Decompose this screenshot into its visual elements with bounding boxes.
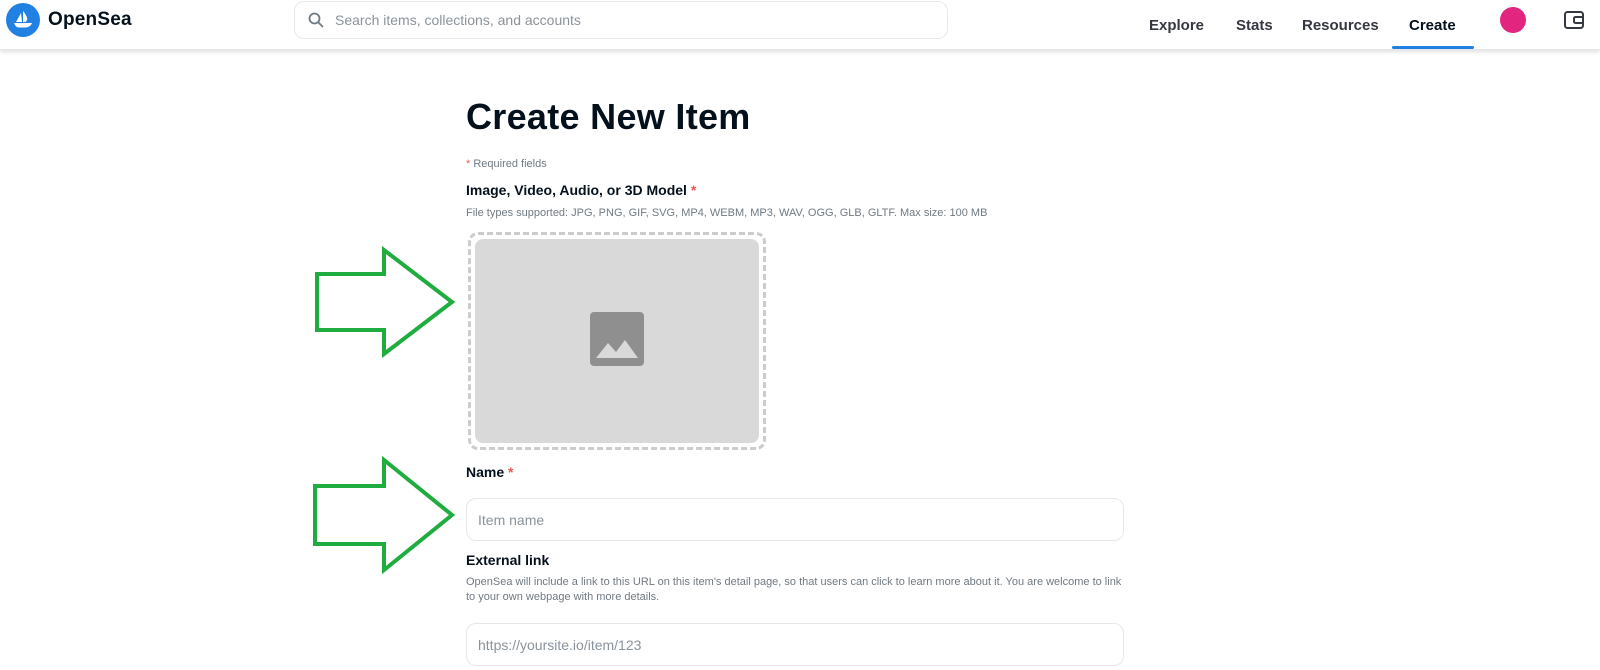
- image-placeholder-icon: [590, 311, 644, 371]
- media-help-text: File types supported: JPG, PNG, GIF, SVG…: [466, 207, 988, 219]
- external-link-input[interactable]: [466, 623, 1124, 666]
- annotation-arrow-media: [315, 246, 456, 358]
- external-link-label: External link: [466, 552, 550, 568]
- opensea-boat-icon: [6, 3, 40, 37]
- external-link-help-text: OpenSea will include a link to this URL …: [466, 576, 1122, 603]
- nav-create[interactable]: Create: [1409, 0, 1456, 50]
- media-label: Image, Video, Audio, or 3D Model *: [466, 182, 697, 198]
- required-fields-note: * Required fields: [466, 158, 547, 170]
- annotation-arrow-name: [313, 456, 456, 574]
- search-icon: [307, 11, 325, 29]
- search-bar[interactable]: [294, 1, 948, 39]
- nav-explore[interactable]: Explore: [1149, 0, 1204, 50]
- media-preview-area[interactable]: [475, 239, 759, 443]
- page-title: Create New Item: [466, 96, 751, 137]
- logo-text: OpenSea: [48, 9, 132, 30]
- opensea-logo-link[interactable]: OpenSea: [6, 2, 132, 38]
- avatar[interactable]: [1500, 7, 1526, 33]
- media-dropzone[interactable]: [468, 232, 766, 450]
- nav-active-indicator: [1392, 46, 1474, 49]
- nav-resources[interactable]: Resources: [1302, 0, 1379, 50]
- top-navbar: OpenSea Explore Stats Resources Create: [0, 0, 1600, 50]
- wallet-icon[interactable]: [1562, 8, 1586, 32]
- nav-stats[interactable]: Stats: [1236, 0, 1273, 50]
- search-input[interactable]: [335, 12, 895, 28]
- name-label: Name *: [466, 464, 514, 480]
- name-input[interactable]: [466, 498, 1124, 541]
